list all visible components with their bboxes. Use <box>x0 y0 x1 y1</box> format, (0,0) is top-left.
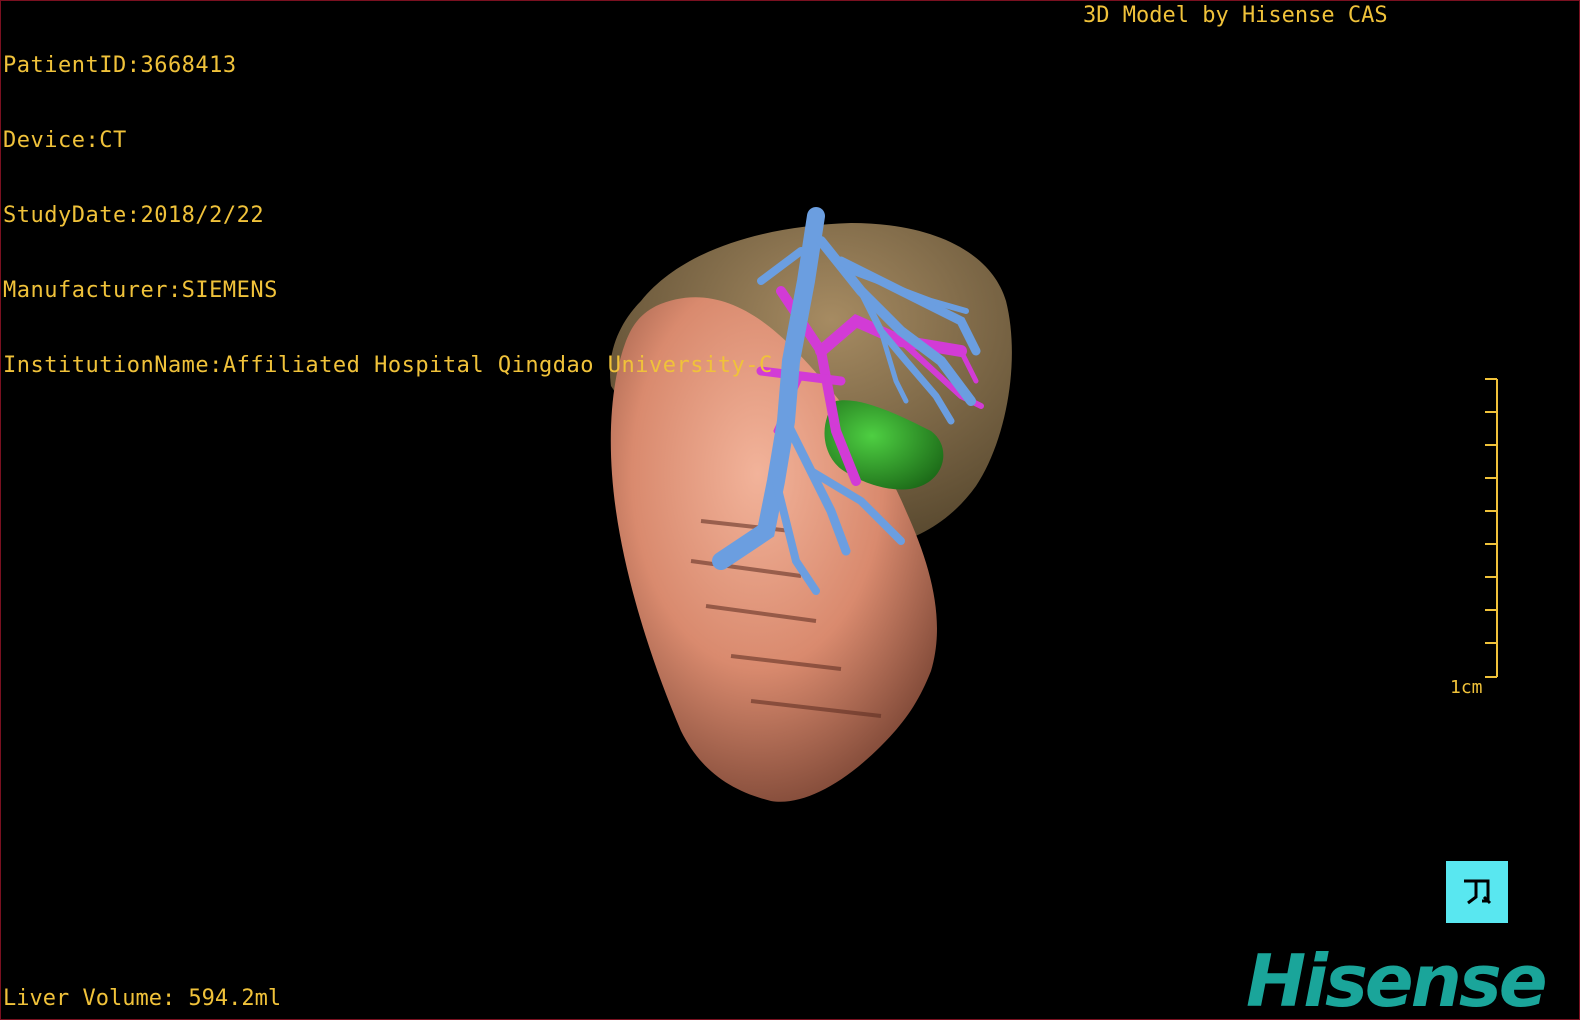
orientation-cube-icon[interactable] <box>1446 861 1508 923</box>
liver-volume: Liver Volume: 594.2ml <box>3 986 282 1011</box>
manufacturer: Manufacturer:SIEMENS <box>3 278 278 303</box>
scale-bar-label: 1cm <box>1450 677 1483 698</box>
dicom-info-overlay: PatientID:3668413 Device:CT StudyDate:20… <box>3 3 773 428</box>
model-credit: 3D Model by Hisense CAS <box>1083 3 1388 28</box>
3d-viewport[interactable]: PatientID:3668413 Device:CT StudyDate:20… <box>0 0 1580 1020</box>
institution-name: InstitutionName:Affiliated Hospital Qing… <box>3 353 773 378</box>
patient-id: PatientID:3668413 <box>3 53 237 78</box>
study-date: StudyDate:2018/2/22 <box>3 203 265 228</box>
orientation-glyph <box>1464 879 1492 905</box>
hisense-logo: Hisense <box>1246 939 1548 1020</box>
scale-bar <box>1485 378 1498 678</box>
device: Device:CT <box>3 128 127 153</box>
